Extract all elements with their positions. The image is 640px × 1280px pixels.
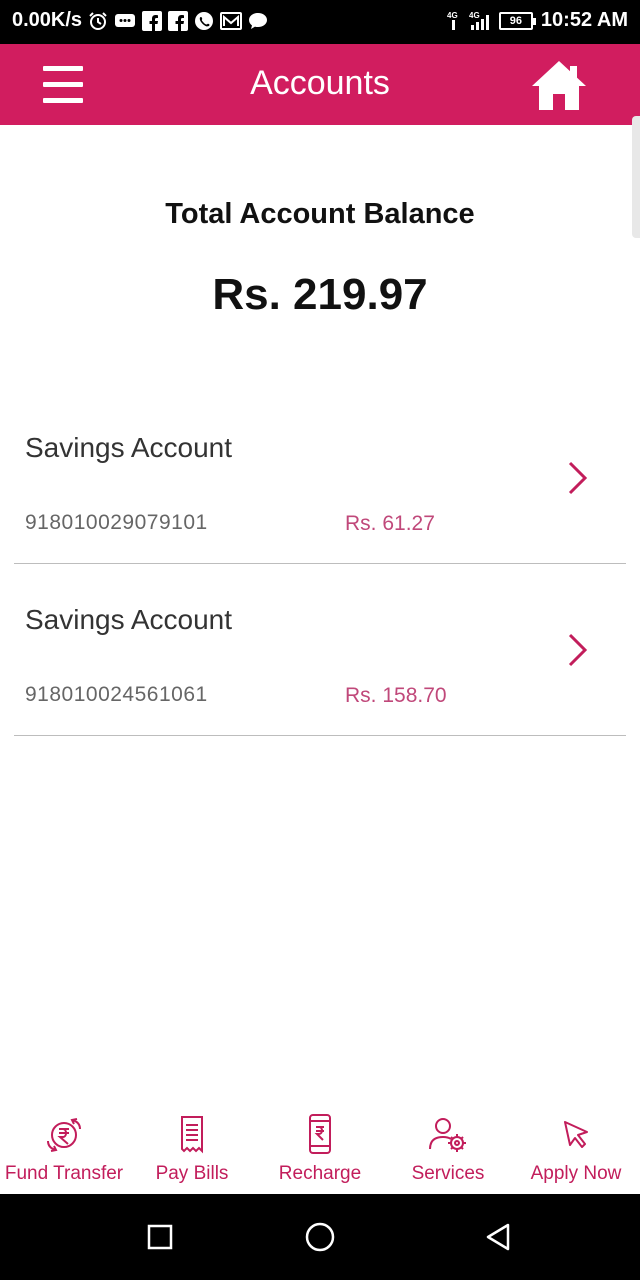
message-icon xyxy=(248,11,268,31)
facebook-icon xyxy=(142,10,163,31)
whatsapp-icon xyxy=(194,11,214,31)
total-balance-label: Total Account Balance xyxy=(165,198,475,230)
account-row[interactable]: Savings Account 918010029079101 Rs. 61.2… xyxy=(14,392,626,564)
chat-bubble-icon xyxy=(114,11,136,31)
nav-label: Fund Transfer xyxy=(4,1163,124,1184)
account-row[interactable]: Savings Account 918010024561061 Rs. 158.… xyxy=(14,564,626,736)
account-number: 918010024561061 xyxy=(25,683,208,706)
mail-icon xyxy=(220,11,243,31)
account-balance: Rs. 158.70 xyxy=(345,684,447,707)
signal-4g-icon: 4G xyxy=(469,10,491,32)
chevron-right-icon[interactable] xyxy=(566,632,590,668)
nav-label: Services xyxy=(411,1163,485,1184)
status-bar: 0.00K/s 4G 4G 96 10:52 AM xyxy=(0,0,640,44)
nav-services[interactable]: Services xyxy=(384,1102,512,1194)
account-number: 918010029079101 xyxy=(25,511,208,534)
cursor-pointer-icon xyxy=(554,1112,598,1156)
svg-text:4G: 4G xyxy=(469,11,480,20)
status-right: 4G 4G 96 10:52 AM xyxy=(447,9,628,32)
facebook-icon xyxy=(168,10,189,31)
alarm-icon xyxy=(88,11,108,31)
signal-4g-icon: 4G xyxy=(447,10,461,32)
mobile-recharge-icon xyxy=(298,1112,342,1156)
svg-text:4G: 4G xyxy=(447,11,458,20)
nav-label: Recharge xyxy=(278,1163,362,1184)
account-name: Savings Account xyxy=(25,432,233,463)
total-balance-value: Rs. 219.97 xyxy=(212,270,428,319)
net-speed: 0.00K/s xyxy=(12,9,83,31)
nav-apply-now[interactable]: Apply Now xyxy=(512,1102,640,1194)
account-name: Savings Account xyxy=(25,604,233,635)
recent-apps-icon[interactable] xyxy=(143,1220,177,1254)
bottom-nav: Fund Transfer Pay Bills Recharge Service… xyxy=(0,1102,640,1194)
back-icon[interactable] xyxy=(481,1220,515,1254)
status-left: 0.00K/s xyxy=(12,9,268,32)
battery-indicator: 96 xyxy=(498,11,536,30)
nav-label: Apply Now xyxy=(530,1163,622,1184)
bill-receipt-icon xyxy=(170,1112,214,1156)
home-icon[interactable] xyxy=(530,58,588,112)
account-balance: Rs. 61.27 xyxy=(345,512,435,535)
chevron-right-icon[interactable] xyxy=(566,460,590,496)
system-nav-bar xyxy=(0,1194,640,1280)
fund-transfer-icon xyxy=(42,1112,86,1156)
nav-recharge[interactable]: Recharge xyxy=(256,1102,384,1194)
services-gear-icon xyxy=(426,1112,470,1156)
app-bar: Accounts xyxy=(0,44,640,125)
nav-pay-bills[interactable]: Pay Bills xyxy=(128,1102,256,1194)
nav-fund-transfer[interactable]: Fund Transfer xyxy=(0,1102,128,1194)
nav-label: Pay Bills xyxy=(155,1163,229,1184)
clock: 10:52 AM xyxy=(540,9,628,31)
home-circle-icon[interactable] xyxy=(303,1220,337,1254)
